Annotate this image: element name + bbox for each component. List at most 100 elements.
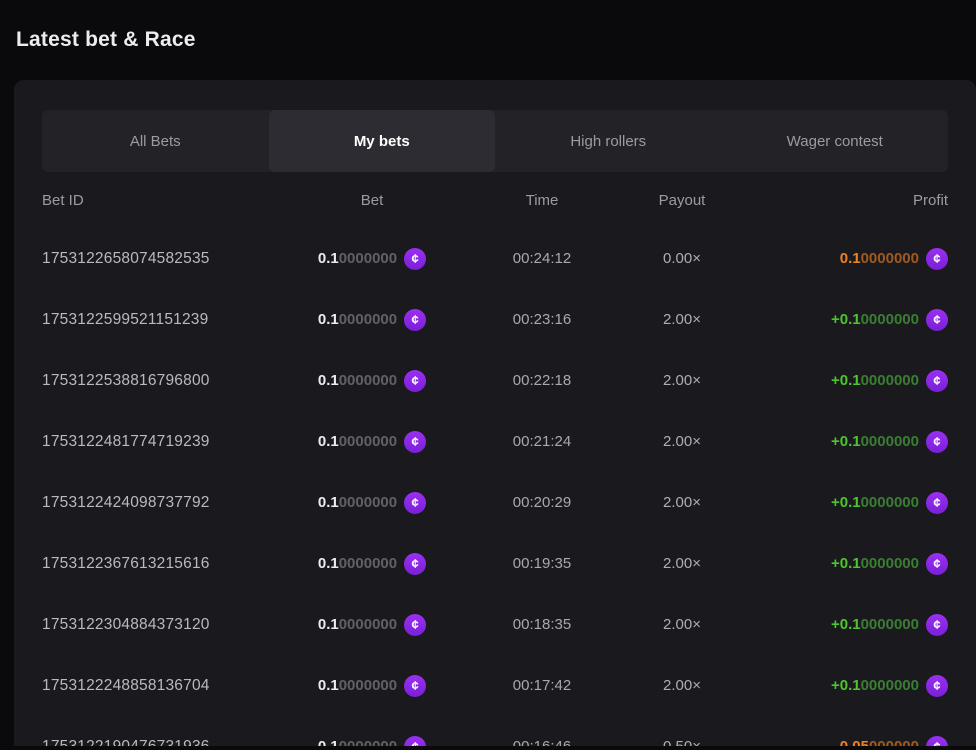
table-row[interactable]: 1753122424098737792 0.10000000 ¢ 00:20:2… bbox=[42, 472, 948, 533]
bets-panel: All Bets My bets High rollers Wager cont… bbox=[14, 80, 976, 746]
profit-significant: +0.1 bbox=[831, 494, 861, 511]
bet-profit: 0.10000000 ¢ bbox=[747, 248, 948, 270]
table-body: 1753122658074582535 0.10000000 ¢ 00:24:1… bbox=[42, 228, 948, 746]
bet-payout: 2.00× bbox=[617, 555, 747, 572]
bet-payout: 2.00× bbox=[617, 494, 747, 511]
coin-icon: ¢ bbox=[404, 675, 426, 697]
profit-trailing-zeros: 0000000 bbox=[861, 494, 919, 511]
profit-significant: 0.05 bbox=[840, 738, 869, 746]
bet-time: 00:20:29 bbox=[467, 494, 617, 511]
profit-trailing-zeros: 0000000 bbox=[861, 433, 919, 450]
bet-time: 00:16:46 bbox=[467, 738, 617, 746]
column-header-bet-id: Bet ID bbox=[42, 192, 277, 209]
bet-id: 1753122658074582535 bbox=[42, 250, 277, 268]
bet-amount-trailing-zeros: 0000000 bbox=[339, 433, 397, 450]
coin-icon: ¢ bbox=[404, 736, 426, 747]
bet-profit: 0.05000000 ¢ bbox=[747, 736, 948, 747]
bet-profit: +0.10000000 ¢ bbox=[747, 309, 948, 331]
bet-id: 1753122599521151239 bbox=[42, 311, 277, 329]
coin-icon: ¢ bbox=[926, 675, 948, 697]
bet-id: 1753122424098737792 bbox=[42, 494, 277, 512]
tab-label: My bets bbox=[354, 133, 410, 150]
tab-my-bets[interactable]: My bets bbox=[269, 110, 496, 172]
bet-payout: 2.00× bbox=[617, 616, 747, 633]
bet-amount-trailing-zeros: 0000000 bbox=[339, 494, 397, 511]
bet-amount-significant: 0.1 bbox=[318, 555, 339, 572]
bet-time: 00:23:16 bbox=[467, 311, 617, 328]
table-row[interactable]: 1753122190476731936 0.10000000 ¢ 00:16:4… bbox=[42, 716, 948, 746]
tab-high-rollers[interactable]: High rollers bbox=[495, 110, 722, 172]
bet-amount: 0.10000000 ¢ bbox=[277, 492, 467, 514]
bet-amount-significant: 0.1 bbox=[318, 677, 339, 694]
bet-time: 00:18:35 bbox=[467, 616, 617, 633]
bet-profit: +0.10000000 ¢ bbox=[747, 431, 948, 453]
bet-profit: +0.10000000 ¢ bbox=[747, 553, 948, 575]
bet-id: 1753122190476731936 bbox=[42, 738, 277, 747]
profit-trailing-zeros: 0000000 bbox=[861, 311, 919, 328]
bet-amount: 0.10000000 ¢ bbox=[277, 675, 467, 697]
bet-profit: +0.10000000 ¢ bbox=[747, 370, 948, 392]
coin-icon: ¢ bbox=[404, 492, 426, 514]
profit-significant: +0.1 bbox=[831, 555, 861, 572]
table-row[interactable]: 1753122599521151239 0.10000000 ¢ 00:23:1… bbox=[42, 289, 948, 350]
coin-icon: ¢ bbox=[404, 553, 426, 575]
bet-amount-significant: 0.1 bbox=[318, 738, 339, 746]
profit-significant: +0.1 bbox=[831, 311, 861, 328]
profit-significant: +0.1 bbox=[831, 677, 861, 694]
bet-amount-trailing-zeros: 0000000 bbox=[339, 372, 397, 389]
bet-profit: +0.10000000 ¢ bbox=[747, 675, 948, 697]
bet-amount-significant: 0.1 bbox=[318, 433, 339, 450]
tab-label: High rollers bbox=[570, 133, 646, 150]
profit-trailing-zeros: 0000000 bbox=[861, 555, 919, 572]
table-row[interactable]: 1753122367613215616 0.10000000 ¢ 00:19:3… bbox=[42, 533, 948, 594]
table-header: Bet ID Bet Time Payout Profit bbox=[42, 172, 948, 228]
bet-amount-significant: 0.1 bbox=[318, 250, 339, 267]
profit-trailing-zeros: 0000000 bbox=[861, 372, 919, 389]
column-header-time: Time bbox=[467, 192, 617, 209]
bet-amount: 0.10000000 ¢ bbox=[277, 248, 467, 270]
bet-time: 00:19:35 bbox=[467, 555, 617, 572]
coin-icon: ¢ bbox=[926, 370, 948, 392]
bet-id: 1753122367613215616 bbox=[42, 555, 277, 573]
bet-amount: 0.10000000 ¢ bbox=[277, 553, 467, 575]
profit-trailing-zeros: 0000000 bbox=[861, 677, 919, 694]
bet-profit: +0.10000000 ¢ bbox=[747, 492, 948, 514]
profit-trailing-zeros: 000000 bbox=[869, 738, 919, 746]
bet-amount: 0.10000000 ¢ bbox=[277, 309, 467, 331]
page-header: Latest bet & Race bbox=[0, 0, 976, 80]
table-row[interactable]: 1753122304884373120 0.10000000 ¢ 00:18:3… bbox=[42, 594, 948, 655]
bet-amount-trailing-zeros: 0000000 bbox=[339, 738, 397, 746]
bet-payout: 2.00× bbox=[617, 372, 747, 389]
tab-wager-contest[interactable]: Wager contest bbox=[722, 110, 949, 172]
coin-icon: ¢ bbox=[926, 736, 948, 747]
bet-amount-trailing-zeros: 0000000 bbox=[339, 677, 397, 694]
bet-time: 00:21:24 bbox=[467, 433, 617, 450]
table-row[interactable]: 1753122248858136704 0.10000000 ¢ 00:17:4… bbox=[42, 655, 948, 716]
bet-amount-trailing-zeros: 0000000 bbox=[339, 250, 397, 267]
page-title: Latest bet & Race bbox=[16, 28, 196, 52]
tab-label: All Bets bbox=[130, 133, 181, 150]
bet-profit: +0.10000000 ¢ bbox=[747, 614, 948, 636]
profit-trailing-zeros: 0000000 bbox=[861, 250, 919, 267]
bet-payout: 2.00× bbox=[617, 677, 747, 694]
coin-icon: ¢ bbox=[404, 248, 426, 270]
coin-icon: ¢ bbox=[404, 431, 426, 453]
table-row[interactable]: 1753122538816796800 0.10000000 ¢ 00:22:1… bbox=[42, 350, 948, 411]
bet-amount-trailing-zeros: 0000000 bbox=[339, 555, 397, 572]
coin-icon: ¢ bbox=[926, 492, 948, 514]
coin-icon: ¢ bbox=[404, 370, 426, 392]
tab-label: Wager contest bbox=[787, 133, 883, 150]
bet-amount: 0.10000000 ¢ bbox=[277, 431, 467, 453]
coin-icon: ¢ bbox=[926, 431, 948, 453]
bet-amount: 0.10000000 ¢ bbox=[277, 614, 467, 636]
coin-icon: ¢ bbox=[926, 553, 948, 575]
bet-payout: 2.00× bbox=[617, 433, 747, 450]
bet-payout: 0.50× bbox=[617, 738, 747, 746]
table-row[interactable]: 1753122658074582535 0.10000000 ¢ 00:24:1… bbox=[42, 228, 948, 289]
table-row[interactable]: 1753122481774719239 0.10000000 ¢ 00:21:2… bbox=[42, 411, 948, 472]
coin-icon: ¢ bbox=[404, 309, 426, 331]
bet-payout: 2.00× bbox=[617, 311, 747, 328]
profit-significant: +0.1 bbox=[831, 433, 861, 450]
bet-id: 1753122538816796800 bbox=[42, 372, 277, 390]
tab-all-bets[interactable]: All Bets bbox=[42, 110, 269, 172]
